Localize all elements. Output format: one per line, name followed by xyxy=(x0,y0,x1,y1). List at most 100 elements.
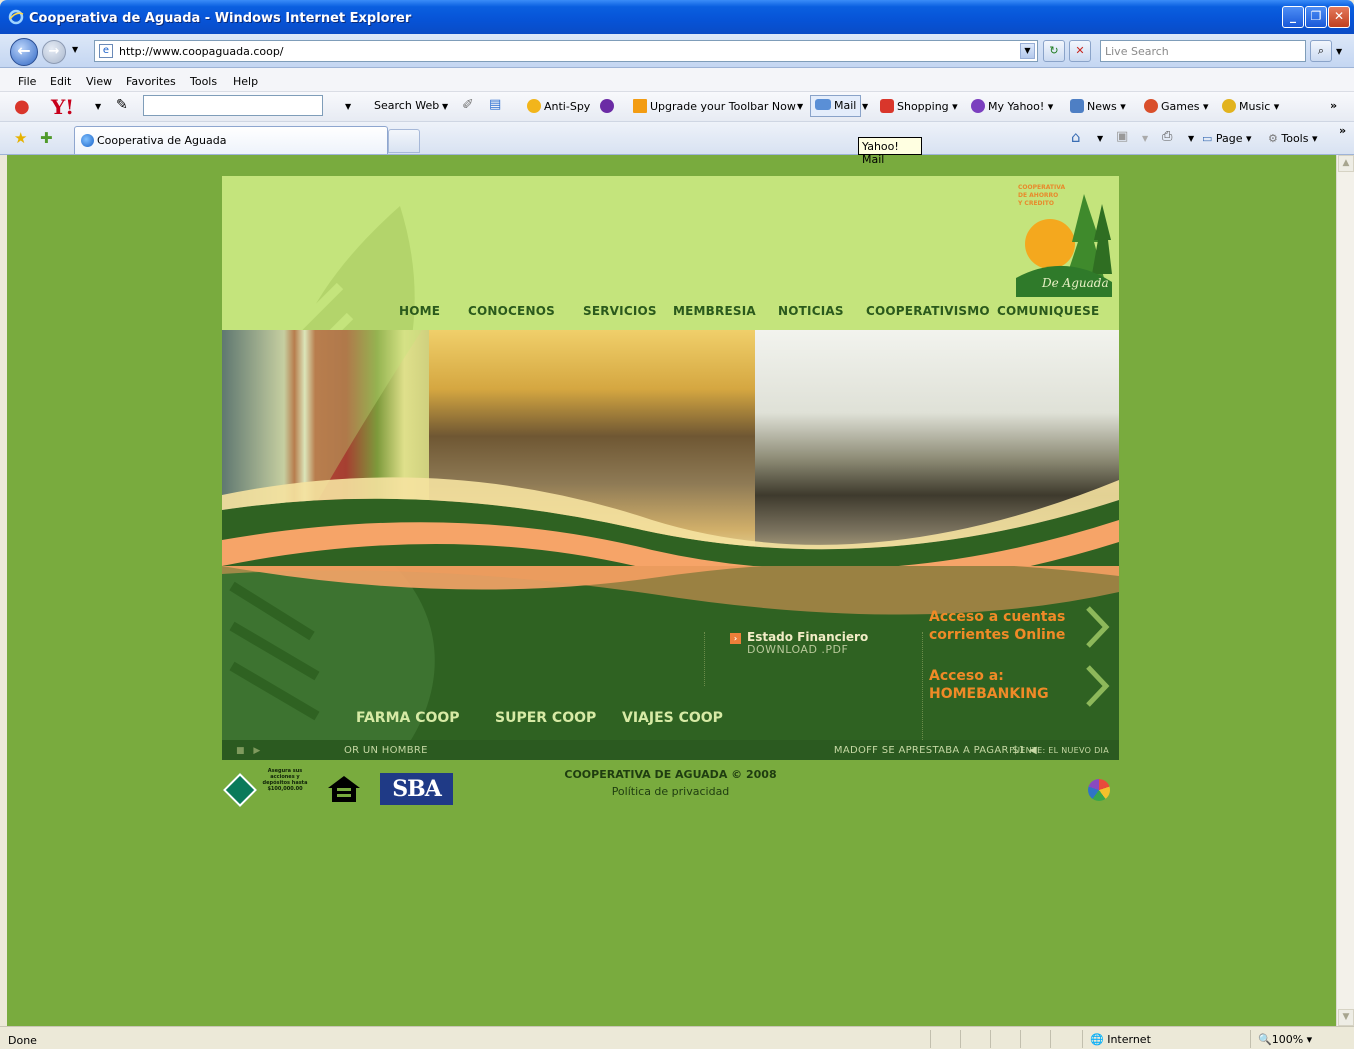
privacy-policy-link[interactable]: Política de privacidad xyxy=(222,785,1119,798)
menu-edit[interactable]: Edit xyxy=(50,75,71,88)
ticker-right-text[interactable]: MADOFF SE APRESTABA A PAGAR $1 ◀ xyxy=(834,745,1037,756)
feeds-icon[interactable]: ▣ xyxy=(1116,129,1128,144)
news-ticker: ■ ▶ OR UN HOMBRE MADOFF SE APRESTABA A P… xyxy=(222,740,1119,760)
status-divider xyxy=(1082,1030,1083,1048)
print-dropdown-icon[interactable]: ▼ xyxy=(1188,134,1194,143)
add-favorites-icon[interactable]: ✚ xyxy=(40,129,53,147)
homebanking-line2: HOMEBANKING xyxy=(929,686,1049,702)
favorites-star-icon[interactable]: ★ xyxy=(14,129,27,147)
ticker-source: FUENTE: EL NUEVO DIA xyxy=(1009,746,1109,755)
close-icon: ✕ xyxy=(1333,9,1345,23)
headset-icon[interactable] xyxy=(600,99,617,113)
address-dropdown-icon[interactable]: ▼ xyxy=(1020,43,1035,59)
music-button[interactable]: Music ▾ xyxy=(1222,99,1279,113)
separator xyxy=(922,632,923,752)
feeds-dropdown-icon[interactable]: ▼ xyxy=(1142,134,1148,143)
back-button[interactable]: ← xyxy=(10,38,38,66)
status-divider xyxy=(930,1030,931,1048)
ticker-left-text[interactable]: OR UN HOMBRE xyxy=(344,745,428,756)
security-zone[interactable]: 🌐 Internet xyxy=(1090,1033,1151,1046)
nav-membresia[interactable]: MEMBRESIA xyxy=(673,304,756,318)
chevron-right-icon[interactable] xyxy=(1082,663,1112,709)
home-icon[interactable]: ⌂ xyxy=(1071,128,1081,146)
access-online-accounts-link[interactable]: Acceso a cuentas corrientes Online xyxy=(929,608,1065,644)
access-online-line1: Acceso a cuentas xyxy=(929,609,1066,625)
form-fill-icon[interactable]: ▤ xyxy=(489,97,501,112)
print-icon[interactable]: ⎙ xyxy=(1162,129,1172,144)
menu-view[interactable]: View xyxy=(86,75,112,88)
nav-noticias[interactable]: NOTICIAS xyxy=(778,304,844,318)
homebanking-link[interactable]: Acceso a: HOMEBANKING xyxy=(929,667,1049,703)
tab-favicon-icon xyxy=(81,134,94,147)
restore-icon: ❐ xyxy=(1310,9,1322,23)
coop-logo[interactable]: COOPERATIVA DE AHORRO Y CREDITO De Aguad… xyxy=(1014,182,1114,297)
zoom-level[interactable]: 🔍100% ▾ xyxy=(1258,1033,1312,1046)
title-bar: Cooperativa de Aguada - Windows Internet… xyxy=(0,0,1354,34)
close-button[interactable]: ✕ xyxy=(1328,6,1350,28)
nav-comuniquese[interactable]: COMUNIQUESE xyxy=(997,304,1099,318)
search-button[interactable]: ⌕ xyxy=(1310,40,1332,62)
news-button[interactable]: News ▾ xyxy=(1070,99,1126,113)
vertical-scrollbar[interactable]: ▲ ▼ xyxy=(1336,155,1354,1026)
yahoo-dropdown-icon[interactable]: ▼ xyxy=(95,102,101,111)
tab-cooperativa[interactable]: Cooperativa de Aguada xyxy=(74,126,388,154)
status-divider xyxy=(960,1030,961,1048)
shopping-button[interactable]: Shopping ▾ xyxy=(880,99,958,113)
super-coop-link[interactable]: SUPER COOP xyxy=(495,710,596,726)
nav-cooperativismo[interactable]: COOPERATIVISMO xyxy=(866,304,990,318)
hero-wave-overlay xyxy=(222,330,1119,566)
mail-button[interactable]: Mail xyxy=(810,95,862,117)
address-url[interactable]: http://www.coopaguada.coop/ xyxy=(119,45,284,58)
forward-arrow-icon: → xyxy=(48,44,60,59)
pencil-icon[interactable]: ✎ xyxy=(116,97,128,113)
search-web-button[interactable]: Search Web xyxy=(374,99,439,112)
toolbar-options-icon[interactable]: ● xyxy=(14,96,30,117)
chevron-right-icon[interactable] xyxy=(1082,604,1112,650)
search-web-dropdown-icon[interactable]: ▼ xyxy=(442,102,448,111)
page-menu-button[interactable]: ▭ Page ▾ xyxy=(1202,132,1252,145)
nav-servicios[interactable]: SERVICIOS xyxy=(583,304,657,318)
upgrade-toolbar-button[interactable]: Upgrade your Toolbar Now xyxy=(633,99,796,113)
separator xyxy=(704,632,705,686)
menu-tools[interactable]: Tools xyxy=(190,75,217,88)
search-options-icon[interactable]: ▼ xyxy=(1336,47,1342,56)
menu-help[interactable]: Help xyxy=(233,75,258,88)
my-yahoo-button[interactable]: My Yahoo! ▾ xyxy=(971,99,1053,113)
restore-button[interactable]: ❐ xyxy=(1305,6,1327,28)
refresh-button[interactable]: ↻ xyxy=(1043,40,1065,62)
command-more-button[interactable]: » xyxy=(1339,124,1346,137)
menu-file[interactable]: File xyxy=(18,75,36,88)
scroll-up-icon[interactable]: ▲ xyxy=(1338,155,1354,172)
live-search-input[interactable]: Live Search xyxy=(1100,40,1306,62)
tools-menu-button[interactable]: ⚙ Tools ▾ xyxy=(1268,132,1318,145)
status-divider xyxy=(1020,1030,1021,1048)
yahoo-search-input[interactable] xyxy=(143,95,323,116)
nav-home[interactable]: HOME xyxy=(399,304,440,318)
upgrade-dropdown-icon[interactable]: ▼ xyxy=(797,102,803,111)
mail-dropdown-icon[interactable]: ▼ xyxy=(862,102,868,111)
highlighter-icon[interactable]: ✐ xyxy=(462,97,474,113)
new-tab-button[interactable] xyxy=(388,129,420,153)
nav-conocenos[interactable]: CONOCENOS xyxy=(468,304,555,318)
menu-favorites[interactable]: Favorites xyxy=(126,75,176,88)
scroll-down-icon[interactable]: ▼ xyxy=(1338,1009,1354,1026)
home-dropdown-icon[interactable]: ▼ xyxy=(1097,134,1103,143)
status-divider xyxy=(1050,1030,1051,1048)
toolbar-more-button[interactable]: » xyxy=(1330,99,1337,112)
anti-spy-button[interactable]: Anti-Spy xyxy=(527,99,590,113)
games-button[interactable]: Games ▾ xyxy=(1144,99,1209,113)
shopping-icon xyxy=(880,99,894,113)
ticker-controls-icon[interactable]: ■ ▶ xyxy=(236,746,263,756)
stop-button[interactable]: ✕ xyxy=(1069,40,1091,62)
color-wheel-icon[interactable] xyxy=(1088,779,1110,801)
forward-button[interactable]: → xyxy=(42,40,66,64)
farma-coop-link[interactable]: FARMA COOP xyxy=(356,710,460,726)
address-bar[interactable]: e http://www.coopaguada.coop/ ▼ xyxy=(94,40,1038,62)
viajes-coop-link[interactable]: VIAJES COOP xyxy=(622,710,723,726)
minimize-button[interactable]: _ xyxy=(1282,6,1304,28)
zoom-icon: 🔍 xyxy=(1258,1033,1272,1046)
history-dropdown-icon[interactable]: ▼ xyxy=(72,45,78,54)
yahoo-logo-icon[interactable]: Y! xyxy=(51,95,74,119)
homebanking-line1: Acceso a: xyxy=(929,668,1004,684)
yahoo-search-dropdown-icon[interactable]: ▼ xyxy=(345,102,351,111)
